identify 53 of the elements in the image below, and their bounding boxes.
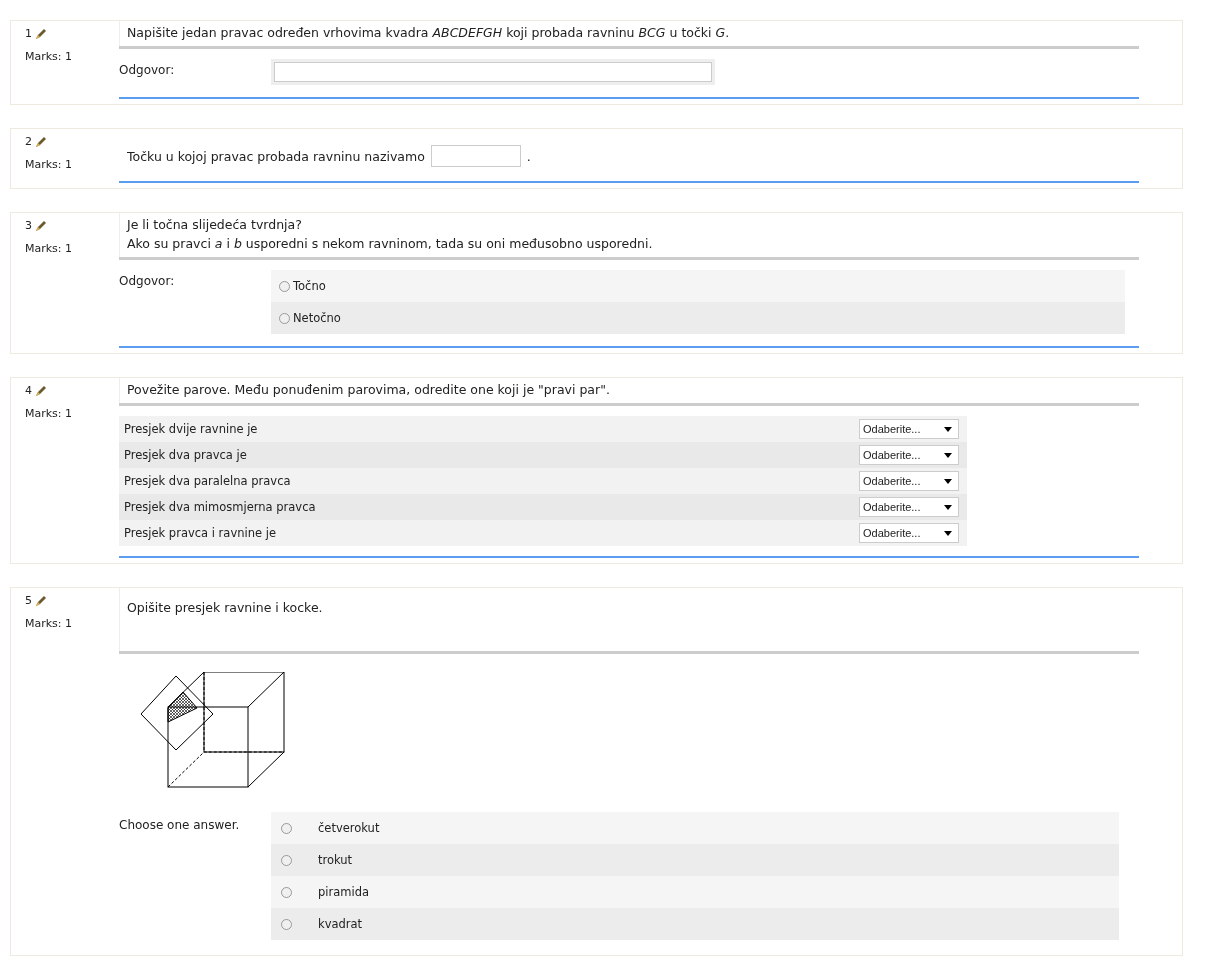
choice-dropdown[interactable]: Odaberite... bbox=[859, 523, 959, 543]
question-text: Povežite parove. Među ponuđenim parovima, odredite one koji je "pravi par". bbox=[119, 378, 1139, 406]
question-number: 5 bbox=[25, 594, 32, 607]
match-stem: Presjek dva paralelna pravca bbox=[124, 474, 291, 488]
question-number: 2 bbox=[25, 135, 32, 148]
match-stem: Presjek dva pravca je bbox=[124, 448, 247, 462]
answer-field[interactable] bbox=[430, 145, 521, 167]
question-text: Je li točna slijedeća tvrdnja? Ako su pravci a i b usporedni s nekom ravninom, tada su oni međusobno usporedni. bbox=[119, 213, 1139, 260]
match-stem: Presjek pravca i ravnine je bbox=[124, 526, 276, 540]
answer-option[interactable]: Netočno bbox=[271, 302, 1125, 334]
question-text: Napišite jedan pravac određen vrhovima kvadra ABCDEFGH koji probada ravninu BCG u točki G. bbox=[119, 21, 1139, 49]
answer-label: Odgovor: bbox=[119, 62, 176, 79]
pencil-icon[interactable] bbox=[35, 594, 47, 607]
answer-label: Odgovor: bbox=[119, 273, 176, 290]
question-text: Točku u kojoj pravac probada ravninu nazivamo bbox=[127, 148, 425, 164]
question-number: 1 bbox=[25, 27, 32, 40]
caret-icon bbox=[944, 530, 952, 536]
answer-option[interactable]: kvadrat bbox=[271, 908, 1119, 940]
radio-button[interactable] bbox=[281, 854, 292, 866]
pencil-icon[interactable] bbox=[35, 219, 47, 232]
radio-button[interactable] bbox=[281, 822, 292, 834]
pencil-icon[interactable] bbox=[35, 384, 47, 397]
caret-icon bbox=[944, 478, 952, 484]
answer-option[interactable]: četverokut bbox=[271, 812, 1119, 844]
choice-dropdown[interactable]: Odaberite... bbox=[859, 419, 959, 439]
pencil-icon[interactable] bbox=[35, 135, 47, 148]
caret-icon bbox=[944, 426, 952, 432]
marks-label: Marks: 1 bbox=[25, 617, 74, 630]
answer-field[interactable] bbox=[274, 62, 712, 82]
question-number: 3 bbox=[25, 219, 32, 232]
marks-label: Marks: 1 bbox=[25, 242, 74, 255]
caret-icon bbox=[944, 452, 952, 458]
choice-dropdown[interactable]: Odaberite... bbox=[859, 445, 959, 465]
choice-dropdown[interactable]: Odaberite... bbox=[859, 497, 959, 517]
choice-dropdown[interactable]: Odaberite... bbox=[859, 471, 959, 491]
radio-button[interactable] bbox=[279, 312, 290, 324]
question-number: 4 bbox=[25, 384, 32, 397]
period-text: . bbox=[526, 148, 531, 164]
radio-button[interactable] bbox=[281, 918, 292, 930]
radio-button[interactable] bbox=[281, 886, 292, 898]
answer-option[interactable]: piramida bbox=[271, 876, 1119, 908]
answer-option[interactable]: Točno bbox=[271, 270, 1125, 302]
caret-icon bbox=[944, 504, 952, 510]
radio-button[interactable] bbox=[279, 280, 290, 292]
match-stem: Presjek dva mimosmjerna pravca bbox=[124, 500, 316, 514]
pencil-icon[interactable] bbox=[35, 27, 47, 40]
marks-label: Marks: 1 bbox=[25, 50, 74, 63]
answer-label: Choose one answer. bbox=[119, 817, 241, 834]
question-text: Opišite presjek ravnine i kocke. bbox=[119, 588, 1139, 654]
marks-label: Marks: 1 bbox=[25, 407, 74, 420]
match-stem: Presjek dvije ravnine je bbox=[124, 422, 258, 436]
answer-option[interactable]: trokut bbox=[271, 844, 1119, 876]
marks-label: Marks: 1 bbox=[25, 158, 74, 171]
